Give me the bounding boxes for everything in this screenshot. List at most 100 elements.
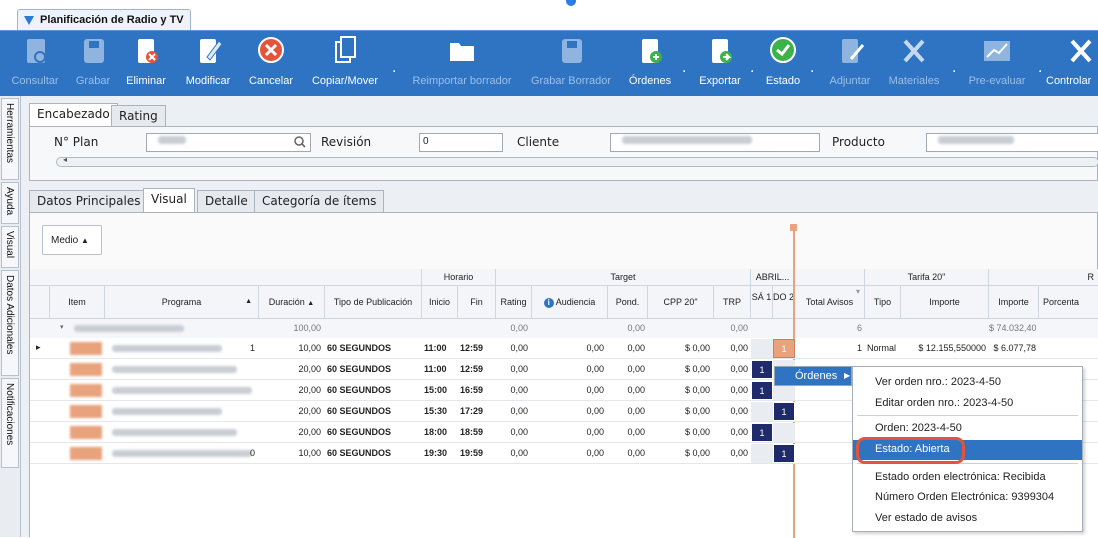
cell-tipo-pub[interactable]: 60 SEGUNDOS	[327, 338, 422, 359]
col-importe-tarifa[interactable]: Importe	[901, 286, 989, 319]
menu-item-estado-orden-electronica[interactable]: Estado orden electrónica: Recibida	[853, 468, 1082, 488]
cell-tipo-pub[interactable]: 60 SEGUNDOS	[327, 359, 422, 380]
menu-item-editar-orden[interactable]: Editar orden nro.: 2023-4-50	[853, 394, 1082, 414]
cell-rating[interactable]: 0,00	[496, 359, 528, 380]
tab-rating[interactable]: Rating	[111, 105, 166, 127]
cell-rating[interactable]: 0,00	[496, 422, 528, 443]
cell-duracion[interactable]: 10,00	[259, 338, 321, 359]
day-cell-sa[interactable]: 1	[751, 423, 773, 442]
ordenes-button[interactable]: Órdenes	[624, 33, 676, 93]
tab-datos-principales[interactable]: Datos Principales	[29, 190, 149, 212]
cell-audiencia[interactable]: 0,00	[532, 443, 604, 464]
cell-pond[interactable]: 0,00	[608, 380, 645, 401]
cell-inicio[interactable]: 18:00	[424, 422, 458, 443]
col-pond[interactable]: Pond.	[608, 286, 648, 319]
side-tab-ayuda[interactable]: Ayuda	[1, 182, 19, 224]
cell-cpp[interactable]: $ 0,00	[648, 401, 710, 422]
menu-item-ver-estado-avisos[interactable]: Ver estado de avisos	[853, 509, 1082, 529]
cell-tipo-pub[interactable]: 60 SEGUNDOS	[327, 443, 422, 464]
day-cell-sa[interactable]: 1	[751, 381, 773, 400]
cell-pond[interactable]: 0,00	[608, 443, 645, 464]
cell-trp[interactable]: 0,00	[714, 359, 748, 380]
col-trp[interactable]: TRP	[714, 286, 751, 319]
day-cell-sa[interactable]	[751, 402, 773, 421]
col-total-avisos[interactable]: Total Avisos ▾	[795, 286, 865, 319]
side-tab-visual[interactable]: Visual	[1, 226, 19, 268]
scroll-left-arrow-icon[interactable]: ◂	[63, 155, 67, 164]
cell-tipo-pub[interactable]: 60 SEGUNDOS	[327, 422, 422, 443]
revision-field[interactable]: 0	[419, 133, 503, 152]
plan-field[interactable]	[146, 133, 311, 152]
exportar-button[interactable]: Exportar	[694, 33, 746, 93]
cell-rating[interactable]: 0,00	[496, 401, 528, 422]
day-cell-do[interactable]: 1	[773, 444, 795, 463]
menu-item-ver-orden[interactable]: Ver orden nro.: 2023-4-50	[853, 373, 1082, 393]
col-audiencia[interactable]: i Audiencia	[532, 286, 608, 319]
cell-duracion[interactable]: 20,00	[259, 422, 321, 443]
cell-audiencia[interactable]: 0,00	[532, 422, 604, 443]
cell-pond[interactable]: 0,00	[608, 422, 645, 443]
cell-tipo[interactable]: Normal	[867, 338, 901, 359]
col-porcentaje[interactable]: Porcenta	[1039, 286, 1098, 319]
side-tab-herramientas[interactable]: Herramientas	[1, 98, 19, 180]
cell-pond[interactable]: 0,00	[608, 359, 645, 380]
cell-trp[interactable]: 0,00	[714, 443, 748, 464]
cell-inicio[interactable]: 11:00	[424, 338, 458, 359]
eliminar-button[interactable]: Eliminar	[120, 33, 172, 93]
search-icon[interactable]	[294, 136, 306, 148]
cell-trp[interactable]: 0,00	[714, 422, 748, 443]
cell-duracion[interactable]: 10,00	[259, 443, 321, 464]
day-cell-do[interactable]: 1	[773, 339, 795, 358]
day-cell-do[interactable]: 1	[773, 402, 795, 421]
collapse-icon[interactable]: ▾	[60, 323, 64, 331]
estado-button[interactable]: Estado	[760, 33, 806, 93]
controlar-button[interactable]: Controlar	[1046, 33, 1098, 93]
cell-fin[interactable]: 12:59	[460, 359, 496, 380]
menu-item-numero-orden-electronica[interactable]: Número Orden Electrónica: 9399304	[853, 488, 1082, 508]
cell-audiencia[interactable]: 0,00	[532, 338, 604, 359]
cell-importe-tarifa[interactable]: $ 12.155,550000	[901, 338, 986, 359]
table-row[interactable]: ▸ 1 10,00 60 SEGUNDOS 11:00 12:59 0,00 0,00 0,00…	[30, 338, 1098, 359]
cell-duracion[interactable]: 20,00	[259, 380, 321, 401]
cell-trp[interactable]: 0,00	[714, 380, 748, 401]
medio-sort-button[interactable]: Medio ▲	[42, 225, 102, 255]
pre-evaluar-button[interactable]: Pre-evaluar	[962, 33, 1032, 93]
tab-visual[interactable]: Visual	[143, 188, 195, 212]
grabar-borrador-button[interactable]: Grabar Borrador	[526, 33, 616, 93]
cell-audiencia[interactable]: 0,00	[532, 380, 604, 401]
side-tab-notificaciones[interactable]: Notificaciones	[1, 378, 19, 468]
col-do[interactable]: DO 2	[773, 286, 795, 319]
cell-rating[interactable]: 0,00	[496, 443, 528, 464]
adjuntar-button[interactable]: Adjuntar	[822, 33, 878, 93]
cell-pond[interactable]: 0,00	[608, 401, 645, 422]
col-sa[interactable]: SÁ 1	[751, 286, 773, 319]
col-importe[interactable]: Importe	[989, 286, 1039, 319]
cell-cpp[interactable]: $ 0,00	[648, 338, 710, 359]
current-day-marker-handle[interactable]	[790, 224, 797, 231]
menu-item-orden[interactable]: Orden: 2023-4-50	[853, 419, 1082, 439]
cell-fin[interactable]: 16:59	[460, 380, 496, 401]
side-tab-datos-adicionales[interactable]: Datos Adicionales	[1, 270, 19, 376]
cell-fin[interactable]: 12:59	[460, 338, 496, 359]
cell-fin[interactable]: 18:59	[460, 422, 496, 443]
cell-inicio[interactable]: 19:30	[424, 443, 458, 464]
col-item[interactable]: Item	[50, 286, 105, 319]
window-tab[interactable]: Planificación de Radio y TV	[17, 9, 191, 30]
cell-tipo-pub[interactable]: 60 SEGUNDOS	[327, 401, 422, 422]
cell-tipo-pub[interactable]: 60 SEGUNDOS	[327, 380, 422, 401]
cell-trp[interactable]: 0,00	[714, 338, 748, 359]
cell-rating[interactable]: 0,00	[496, 338, 528, 359]
col-tipo-publicacion[interactable]: Tipo de Publicación	[325, 286, 422, 319]
modificar-button[interactable]: Modificar	[178, 33, 238, 93]
col-programa[interactable]: Programa ▲	[105, 286, 259, 319]
tab-categoria-items[interactable]: Categoría de ítems	[254, 190, 385, 212]
copiar-mover-button[interactable]: Copiar/Mover	[304, 33, 386, 93]
cell-audiencia[interactable]: 0,00	[532, 359, 604, 380]
cell-fin[interactable]: 17:29	[460, 401, 496, 422]
context-submenu-ordenes[interactable]: Órdenes ▶	[774, 366, 852, 386]
tab-encabezado[interactable]: Encabezado	[29, 103, 118, 127]
day-cell-sa[interactable]	[751, 444, 773, 463]
cliente-field[interactable]	[610, 133, 820, 152]
cell-audiencia[interactable]: 0,00	[532, 401, 604, 422]
col-tipo[interactable]: Tipo	[865, 286, 901, 319]
